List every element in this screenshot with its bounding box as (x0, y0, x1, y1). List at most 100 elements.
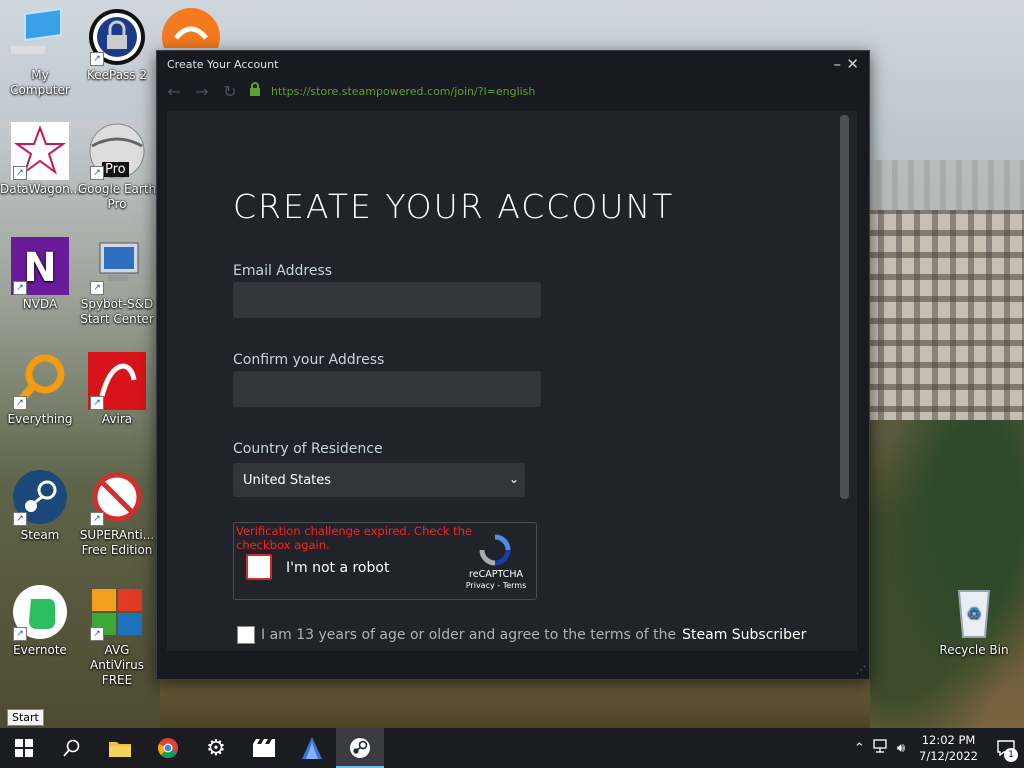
country-label: Country of Residence (233, 441, 383, 457)
agreement-text: I am 13 years of age or older and agree … (261, 627, 677, 643)
steam-taskbar-icon[interactable] (336, 728, 384, 768)
close-button[interactable]: ✕ (846, 55, 859, 73)
agreement-checkbox[interactable] (237, 626, 255, 644)
orange-app-icon (162, 8, 220, 66)
create-account-window: Create Your Account – ✕ ← → ↻ https://st… (156, 50, 870, 680)
desktop-icon-orange-app[interactable] (156, 8, 226, 66)
notification-center-icon[interactable]: 1 (988, 740, 1024, 762)
window-title: Create Your Account (167, 57, 279, 71)
shortcut-arrow-icon: ↗ (13, 396, 27, 410)
reload-icon[interactable]: ↻ (221, 82, 239, 101)
minimize-button[interactable]: – (834, 55, 842, 73)
desktop-icon-label: NVDA (22, 297, 58, 311)
navigation-bar: ← → ↻ https://store.steampowered.com/joi… (157, 77, 869, 105)
taskbar: ⚙ ⌃ 🔊︎ 12:02 PM 7/12/2022 1 (0, 728, 1024, 768)
volume-icon[interactable]: 🔊︎ (897, 741, 905, 756)
resize-grip-icon[interactable]: ⋰ (856, 665, 866, 676)
desktop-icon-google-earth[interactable]: Pro ↗ Google Earth Pro (77, 122, 157, 212)
datawagon-icon: ↗ (11, 122, 69, 180)
desktop-icon-superantispyware[interactable]: ↗ SUPERAnti... Free Edition (77, 468, 157, 558)
desktop-icon-datawagon[interactable]: ↗ DataWagon... (0, 122, 82, 197)
avg-icon: ↗ (88, 583, 146, 641)
shortcut-arrow-icon: ↗ (13, 627, 27, 641)
desktop-icon-everything[interactable]: ↗ Everything (0, 352, 80, 427)
superantispyware-icon: ↗ (88, 468, 146, 526)
wallpaper-building (866, 210, 1024, 450)
forward-icon[interactable]: → (193, 82, 211, 101)
notification-count: 1 (1004, 748, 1018, 762)
pro-badge: Pro (102, 162, 129, 177)
page-content: CREATE YOUR ACCOUNT Email Address Confir… (167, 111, 857, 651)
desktop-icon-label: DataWagon... (0, 182, 82, 196)
search-icon[interactable] (48, 728, 96, 768)
lock-icon (249, 82, 261, 100)
chevron-up-icon[interactable]: ⌃ (854, 741, 865, 756)
desktop-icon-steam[interactable]: ↗ Steam (0, 468, 80, 543)
settings-icon[interactable]: ⚙ (192, 728, 240, 768)
desktop-icon-label: AVG AntiVirus FREE (90, 643, 144, 687)
recaptcha-brand: reCAPTCHA (469, 569, 523, 580)
shortcut-arrow-icon: ↗ (13, 281, 27, 295)
svg-text:♻: ♻ (967, 604, 981, 623)
steam-icon: ↗ (11, 468, 69, 526)
shortcut-arrow-icon: ↗ (90, 512, 104, 526)
desktop-icon-label: Evernote (13, 643, 67, 657)
desktop-icon-recycle-bin[interactable]: ♻ Recycle Bin (934, 583, 1014, 658)
confirm-email-field[interactable] (233, 371, 541, 407)
recycle-bin-icon: ♻ (945, 583, 1003, 641)
back-icon[interactable]: ← (165, 82, 183, 101)
desktop-icon-label: Everything (7, 412, 73, 426)
network-icon[interactable] (873, 739, 889, 757)
svg-text:N: N (23, 245, 56, 291)
desktop-icon-keepass[interactable]: ↗ KeePass 2 (77, 8, 157, 83)
url-text[interactable]: https://store.steampowered.com/join/?l=e… (271, 85, 535, 98)
country-select[interactable]: United States ⌄ (233, 463, 525, 497)
clock-date: 7/12/2022 (919, 749, 978, 763)
shortcut-arrow-icon: ↗ (90, 396, 104, 410)
desktop-icon-label: Recycle Bin (939, 643, 1009, 657)
window-titlebar[interactable]: Create Your Account – ✕ (157, 51, 869, 77)
wallpaper-trees (866, 420, 1024, 730)
desktop-icon-avira[interactable]: ↗ Avira (77, 352, 157, 427)
captcha-error-message: Verification challenge expired. Check th… (236, 524, 472, 552)
desktop-icon-nvda[interactable]: N ↗ NVDA (0, 237, 80, 312)
app-icon[interactable] (288, 728, 336, 768)
start-tooltip: Start (7, 709, 44, 726)
desktop-icon-label: Steam (20, 528, 60, 542)
desktop-icon-label: KeePass 2 (86, 68, 148, 82)
google-earth-icon: Pro ↗ (88, 122, 146, 180)
wallpaper-ground (160, 680, 870, 730)
file-explorer-icon[interactable] (96, 728, 144, 768)
keepass-icon: ↗ (88, 8, 146, 66)
spybot-icon: ↗ (88, 237, 146, 295)
desktop-icon-my-computer[interactable]: My Computer (0, 7, 80, 98)
shortcut-arrow-icon: ↗ (90, 52, 104, 66)
start-button[interactable] (0, 728, 48, 768)
recaptcha-logo-icon (478, 533, 512, 567)
shortcut-arrow-icon: ↗ (90, 281, 104, 295)
computer-icon (0, 7, 69, 66)
chrome-icon[interactable] (144, 728, 192, 768)
shortcut-arrow-icon: ↗ (13, 512, 27, 526)
desktop-icon-spybot[interactable]: ↗ Spybot-S&D Start Center (77, 237, 157, 327)
desktop-icon-label: Spybot-S&D Start Center (80, 297, 154, 326)
country-value: United States (243, 472, 332, 488)
captcha-checkbox[interactable] (246, 554, 272, 580)
desktop-icon-avg[interactable]: ↗ AVG AntiVirus FREE (77, 583, 157, 688)
clock-time: 12:02 PM (921, 733, 976, 747)
avira-icon: ↗ (88, 352, 146, 410)
everything-icon: ↗ (11, 352, 69, 410)
subscriber-agreement-link[interactable]: Steam Subscriber (682, 627, 806, 643)
recaptcha-links[interactable]: Privacy - Terms (462, 581, 530, 590)
system-tray: ⌃ 🔊︎ 12:02 PM 7/12/2022 1 (850, 728, 1024, 768)
nvda-icon: N ↗ (11, 237, 69, 295)
scrollbar-thumb[interactable] (840, 115, 849, 499)
page-title: CREATE YOUR ACCOUNT (233, 187, 675, 226)
email-field[interactable] (233, 282, 541, 318)
clock[interactable]: 12:02 PM 7/12/2022 (919, 732, 978, 764)
evernote-icon: ↗ (11, 583, 69, 641)
desktop-icon-evernote[interactable]: ↗ Evernote (0, 583, 80, 658)
age-agreement: I am 13 years of age or older and agree … (237, 626, 806, 644)
media-icon[interactable] (240, 728, 288, 768)
wallpaper-building-far (866, 160, 1024, 210)
